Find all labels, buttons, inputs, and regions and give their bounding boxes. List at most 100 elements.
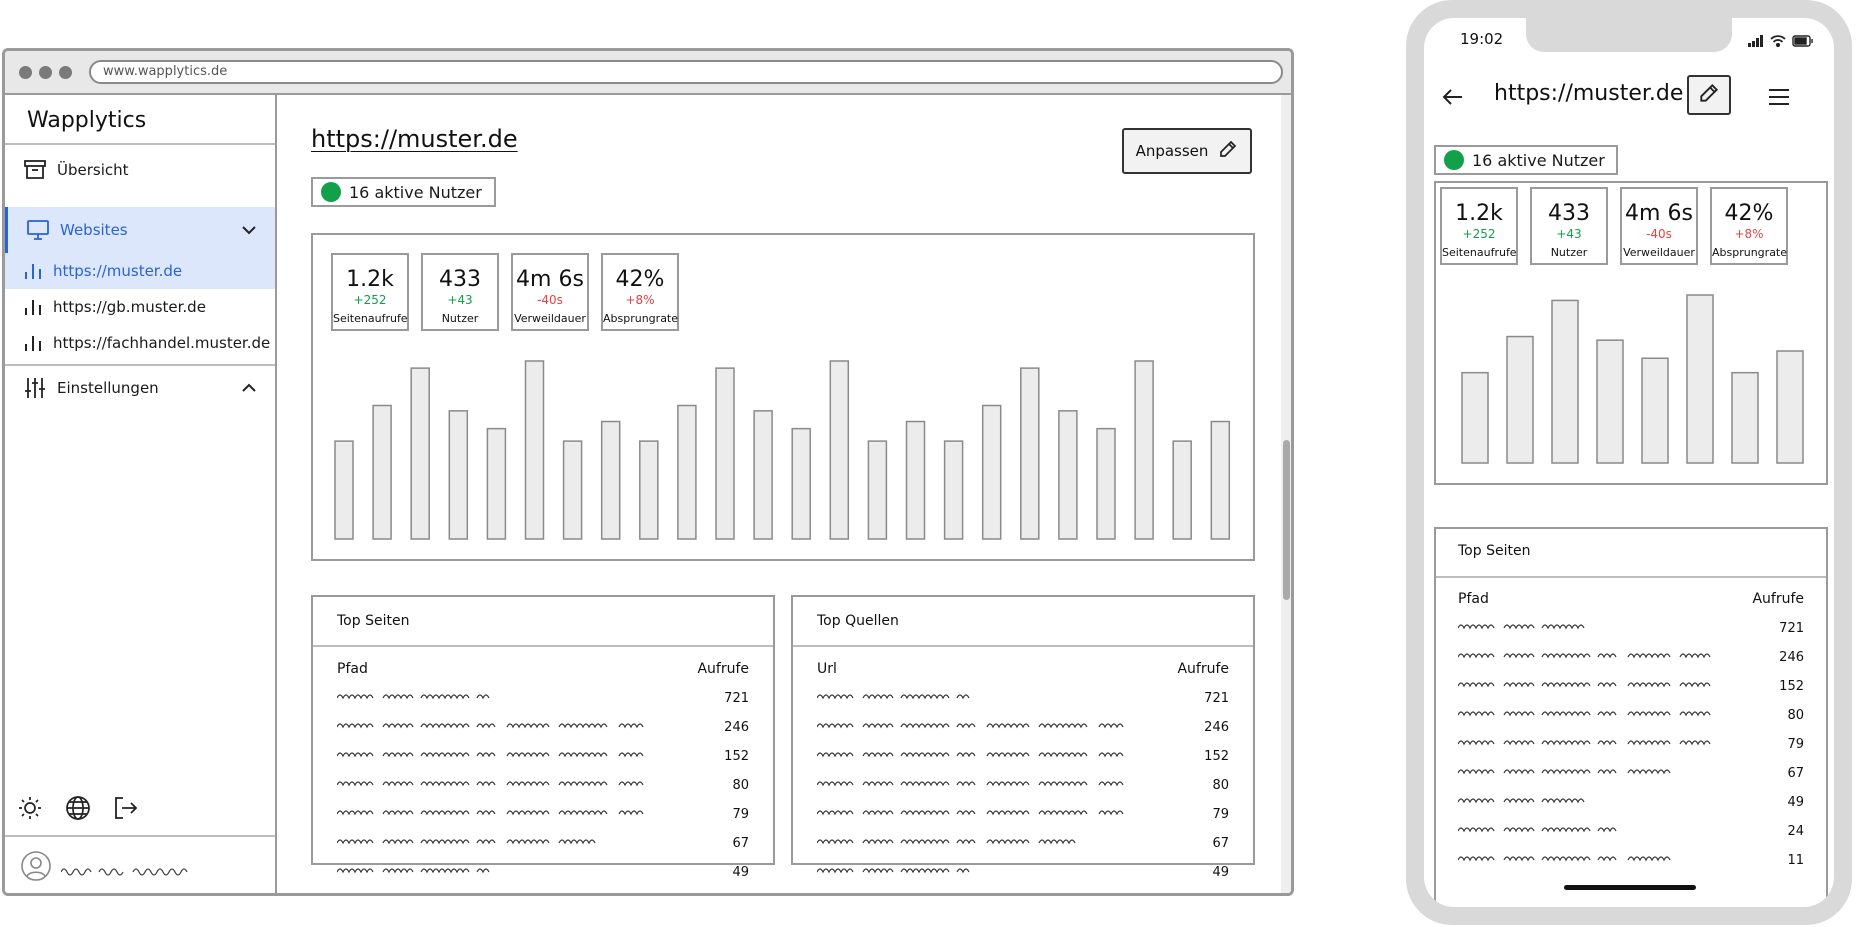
row-view-count: 67 xyxy=(1787,765,1804,781)
chart-bar[interactable] xyxy=(1058,410,1078,540)
mobile-nav-bar: https://muster.de xyxy=(1424,72,1834,122)
row-view-count: 79 xyxy=(1212,806,1229,822)
window-dot-maximize[interactable] xyxy=(59,66,72,79)
chart-bar[interactable] xyxy=(1020,367,1040,540)
sidebar-item-settings[interactable]: Einstellungen xyxy=(5,369,275,407)
sidebar-site-fachhandel[interactable]: https://fachhandel.muster.de xyxy=(5,325,275,361)
table-row[interactable]: 79 xyxy=(816,805,1229,823)
user-profile[interactable] xyxy=(5,835,275,893)
sidebar-item-websites[interactable]: Websites xyxy=(5,207,275,253)
chart-bar[interactable] xyxy=(1641,357,1669,464)
sidebar-item-overview[interactable]: Übersicht xyxy=(5,151,275,189)
chart-bar[interactable] xyxy=(1776,350,1804,464)
table-row[interactable]: 721 xyxy=(336,689,749,707)
chart-bar[interactable] xyxy=(677,404,697,540)
chart-bar[interactable] xyxy=(1506,335,1534,464)
bar-chart-icon xyxy=(23,333,43,353)
sidebar-site-muster[interactable]: https://muster.de xyxy=(5,253,275,289)
arrow-left-icon[interactable] xyxy=(1440,84,1466,110)
table-row[interactable]: 246 xyxy=(816,718,1229,736)
chart-bar[interactable] xyxy=(1134,360,1154,540)
chart-bar[interactable] xyxy=(753,410,773,540)
chart-bar[interactable] xyxy=(715,367,735,540)
chevron-up-icon[interactable] xyxy=(239,378,259,398)
chart-bar[interactable] xyxy=(486,427,507,540)
table-row[interactable]: 49 xyxy=(1457,793,1804,811)
row-view-count: 721 xyxy=(724,690,749,706)
table-row[interactable]: 152 xyxy=(1457,677,1804,695)
chart-bar[interactable] xyxy=(867,440,888,540)
table-header: Pfad Aufrufe xyxy=(337,661,749,677)
chart-bar[interactable] xyxy=(943,440,964,540)
home-indicator[interactable] xyxy=(1564,885,1696,890)
table-header: Pfad Aufrufe xyxy=(1458,591,1804,607)
table-row[interactable]: 67 xyxy=(816,834,1229,852)
chart-bar[interactable] xyxy=(372,404,392,540)
chart-bar[interactable] xyxy=(1210,420,1231,540)
table-row[interactable]: 721 xyxy=(1457,619,1804,637)
chart-bar[interactable] xyxy=(1551,299,1579,464)
chart-bar[interactable] xyxy=(334,440,354,540)
table-row[interactable]: 246 xyxy=(336,718,749,736)
sidebar-divider xyxy=(5,364,275,366)
status-icons xyxy=(1748,32,1814,51)
table-row[interactable]: 152 xyxy=(816,747,1229,765)
chart-bar[interactable] xyxy=(1731,371,1759,464)
chart-bar[interactable] xyxy=(562,440,583,540)
mobile-edit-button[interactable] xyxy=(1687,75,1731,115)
browser-toolbar: www.wapplytics.de xyxy=(5,51,1291,95)
chevron-down-icon[interactable] xyxy=(239,220,259,240)
table-row[interactable]: 49 xyxy=(816,863,1229,881)
device-notch xyxy=(1526,18,1732,52)
menu-icon[interactable] xyxy=(1766,84,1792,110)
row-label-placeholder xyxy=(1457,795,1587,810)
table-row[interactable]: 79 xyxy=(336,805,749,823)
table-row[interactable]: 79 xyxy=(1457,735,1804,753)
status-dot xyxy=(321,182,341,202)
chart-bar[interactable] xyxy=(1096,427,1116,540)
chart-bar[interactable] xyxy=(905,420,926,540)
row-view-count: 721 xyxy=(1204,690,1229,706)
table-row[interactable]: 11 xyxy=(1457,851,1804,869)
globe-icon[interactable] xyxy=(65,795,91,821)
chart-bar[interactable] xyxy=(448,410,469,540)
table-row[interactable]: 721 xyxy=(816,689,1229,707)
brand-logo: Wapplytics xyxy=(27,108,147,133)
sidebar-site-gb-muster[interactable]: https://gb.muster.de xyxy=(5,289,275,325)
main-content: https://muster.de Anpassen 16 aktive Nut… xyxy=(279,95,1291,893)
table-row[interactable]: 246 xyxy=(1457,648,1804,666)
chart-bar[interactable] xyxy=(829,360,850,540)
mobile-top-pages-card: Top Seiten Pfad Aufrufe 721 246 152 80 79 67 4… xyxy=(1434,527,1828,907)
chart-bar[interactable] xyxy=(1596,339,1624,464)
address-bar[interactable]: www.wapplytics.de xyxy=(89,60,1283,84)
customize-button[interactable]: Anpassen xyxy=(1122,128,1252,174)
browser-window: www.wapplytics.de Wapplytics Übersicht W… xyxy=(2,48,1294,896)
chart-bar[interactable] xyxy=(981,404,1002,540)
window-dot-minimize[interactable] xyxy=(39,66,52,79)
table-row[interactable]: 49 xyxy=(336,863,749,881)
chart-bar[interactable] xyxy=(791,427,811,540)
mobile-chart-panel: 1.2k +252 Seitenaufrufe 433 +43 Nutzer 4… xyxy=(1434,181,1828,485)
window-dot-close[interactable] xyxy=(19,66,32,79)
chart-bar[interactable] xyxy=(1686,294,1714,464)
card-title: Top Seiten xyxy=(1458,543,1531,559)
chart-bar[interactable] xyxy=(639,440,659,540)
chart-bar[interactable] xyxy=(410,367,430,540)
sidebar: Wapplytics Übersicht Websites https://mu… xyxy=(5,95,277,893)
customize-label: Anpassen xyxy=(1135,142,1209,160)
table-row[interactable]: 152 xyxy=(336,747,749,765)
table-row[interactable]: 24 xyxy=(1457,822,1804,840)
chart-bar[interactable] xyxy=(1461,371,1489,464)
table-row[interactable]: 67 xyxy=(336,834,749,852)
table-row[interactable]: 80 xyxy=(1457,706,1804,724)
table-row[interactable]: 67 xyxy=(1457,764,1804,782)
chart-bar[interactable] xyxy=(1172,440,1192,540)
table-row[interactable]: 80 xyxy=(816,776,1229,794)
chart-bar[interactable] xyxy=(600,420,621,540)
chart-bar[interactable] xyxy=(524,360,545,540)
sun-icon[interactable] xyxy=(17,795,43,821)
scrollbar-thumb[interactable] xyxy=(1283,440,1290,600)
main-scrollbar[interactable] xyxy=(1281,95,1291,893)
logout-icon[interactable] xyxy=(113,795,139,821)
table-row[interactable]: 80 xyxy=(336,776,749,794)
